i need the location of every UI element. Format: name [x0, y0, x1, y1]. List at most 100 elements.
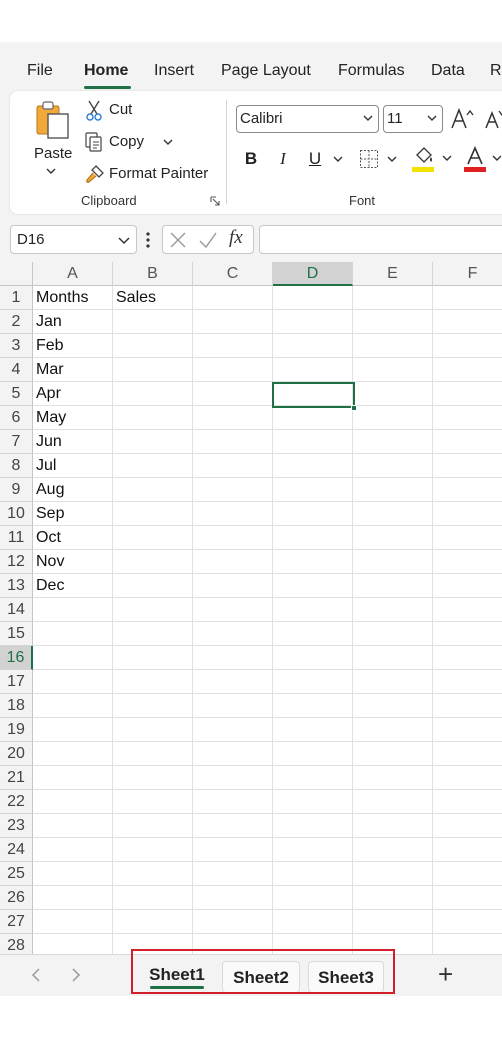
- formula-input[interactable]: [259, 225, 502, 254]
- cell-e12[interactable]: [353, 550, 433, 574]
- cell-e1[interactable]: [353, 286, 433, 310]
- cell-e19[interactable]: [353, 718, 433, 742]
- cell-a8[interactable]: Jul: [33, 454, 113, 478]
- cell-b13[interactable]: [113, 574, 193, 598]
- fill-handle[interactable]: [351, 405, 357, 411]
- cell-e4[interactable]: [353, 358, 433, 382]
- cell-b17[interactable]: [113, 670, 193, 694]
- menu-home[interactable]: Home: [84, 62, 128, 80]
- cell-e24[interactable]: [353, 838, 433, 862]
- row-header-10[interactable]: 10: [0, 502, 33, 526]
- cell-e15[interactable]: [353, 622, 433, 646]
- cell-a28[interactable]: [33, 934, 113, 954]
- column-header-d[interactable]: D: [273, 262, 353, 286]
- cell-f2[interactable]: [433, 310, 502, 334]
- column-header-f[interactable]: F: [433, 262, 502, 286]
- underline-button[interactable]: U: [304, 147, 326, 171]
- row-header-19[interactable]: 19: [0, 718, 33, 742]
- cell-d21[interactable]: [273, 766, 353, 790]
- cell-b20[interactable]: [113, 742, 193, 766]
- cell-e9[interactable]: [353, 478, 433, 502]
- cell-a10[interactable]: Sep: [33, 502, 113, 526]
- menu-formulas[interactable]: Formulas: [338, 62, 405, 80]
- cell-b25[interactable]: [113, 862, 193, 886]
- cell-f27[interactable]: [433, 910, 502, 934]
- cell-d16[interactable]: [273, 646, 353, 670]
- cell-b7[interactable]: [113, 430, 193, 454]
- cell-d3[interactable]: [273, 334, 353, 358]
- cell-e23[interactable]: [353, 814, 433, 838]
- cell-f1[interactable]: [433, 286, 502, 310]
- row-header-15[interactable]: 15: [0, 622, 33, 646]
- cell-f11[interactable]: [433, 526, 502, 550]
- cell-c21[interactable]: [193, 766, 273, 790]
- cell-a13[interactable]: Dec: [33, 574, 113, 598]
- cell-b18[interactable]: [113, 694, 193, 718]
- cell-b24[interactable]: [113, 838, 193, 862]
- cell-a7[interactable]: Jun: [33, 430, 113, 454]
- cell-f6[interactable]: [433, 406, 502, 430]
- cell-c19[interactable]: [193, 718, 273, 742]
- cell-f23[interactable]: [433, 814, 502, 838]
- row-header-21[interactable]: 21: [0, 766, 33, 790]
- cell-f10[interactable]: [433, 502, 502, 526]
- cell-d23[interactable]: [273, 814, 353, 838]
- cell-d4[interactable]: [273, 358, 353, 382]
- row-header-18[interactable]: 18: [0, 694, 33, 718]
- cell-c12[interactable]: [193, 550, 273, 574]
- cell-c5[interactable]: [193, 382, 273, 406]
- row-header-20[interactable]: 20: [0, 742, 33, 766]
- cell-c14[interactable]: [193, 598, 273, 622]
- menu-file[interactable]: File: [27, 62, 53, 80]
- cell-f4[interactable]: [433, 358, 502, 382]
- cell-d11[interactable]: [273, 526, 353, 550]
- cell-f22[interactable]: [433, 790, 502, 814]
- cell-a5[interactable]: Apr: [33, 382, 113, 406]
- cell-b6[interactable]: [113, 406, 193, 430]
- cell-c23[interactable]: [193, 814, 273, 838]
- cell-c17[interactable]: [193, 670, 273, 694]
- cell-d6[interactable]: [273, 406, 353, 430]
- borders-button[interactable]: [357, 147, 397, 171]
- cell-e2[interactable]: [353, 310, 433, 334]
- cell-e27[interactable]: [353, 910, 433, 934]
- cell-a21[interactable]: [33, 766, 113, 790]
- cell-a1[interactable]: Months: [33, 286, 113, 310]
- cell-f12[interactable]: [433, 550, 502, 574]
- cell-e21[interactable]: [353, 766, 433, 790]
- cell-b5[interactable]: [113, 382, 193, 406]
- cell-f8[interactable]: [433, 454, 502, 478]
- cell-a14[interactable]: [33, 598, 113, 622]
- cell-a27[interactable]: [33, 910, 113, 934]
- cell-c8[interactable]: [193, 454, 273, 478]
- cell-c18[interactable]: [193, 694, 273, 718]
- cell-f20[interactable]: [433, 742, 502, 766]
- row-header-12[interactable]: 12: [0, 550, 33, 574]
- cell-e22[interactable]: [353, 790, 433, 814]
- cell-d2[interactable]: [273, 310, 353, 334]
- row-header-7[interactable]: 7: [0, 430, 33, 454]
- cell-b3[interactable]: [113, 334, 193, 358]
- cell-a6[interactable]: May: [33, 406, 113, 430]
- cell-b21[interactable]: [113, 766, 193, 790]
- cell-a25[interactable]: [33, 862, 113, 886]
- format-painter-button[interactable]: Format Painter: [84, 162, 212, 186]
- cell-b10[interactable]: [113, 502, 193, 526]
- cell-f7[interactable]: [433, 430, 502, 454]
- cell-a15[interactable]: [33, 622, 113, 646]
- cell-d26[interactable]: [273, 886, 353, 910]
- cell-b2[interactable]: [113, 310, 193, 334]
- cell-d5[interactable]: [273, 382, 353, 406]
- enter-check-icon[interactable]: [198, 231, 218, 249]
- row-header-23[interactable]: 23: [0, 814, 33, 838]
- cell-c4[interactable]: [193, 358, 273, 382]
- cell-a17[interactable]: [33, 670, 113, 694]
- cell-f18[interactable]: [433, 694, 502, 718]
- font-color-button[interactable]: [462, 145, 502, 173]
- row-header-17[interactable]: 17: [0, 670, 33, 694]
- cell-b15[interactable]: [113, 622, 193, 646]
- cell-a9[interactable]: Aug: [33, 478, 113, 502]
- cell-d9[interactable]: [273, 478, 353, 502]
- cell-d13[interactable]: [273, 574, 353, 598]
- cell-d17[interactable]: [273, 670, 353, 694]
